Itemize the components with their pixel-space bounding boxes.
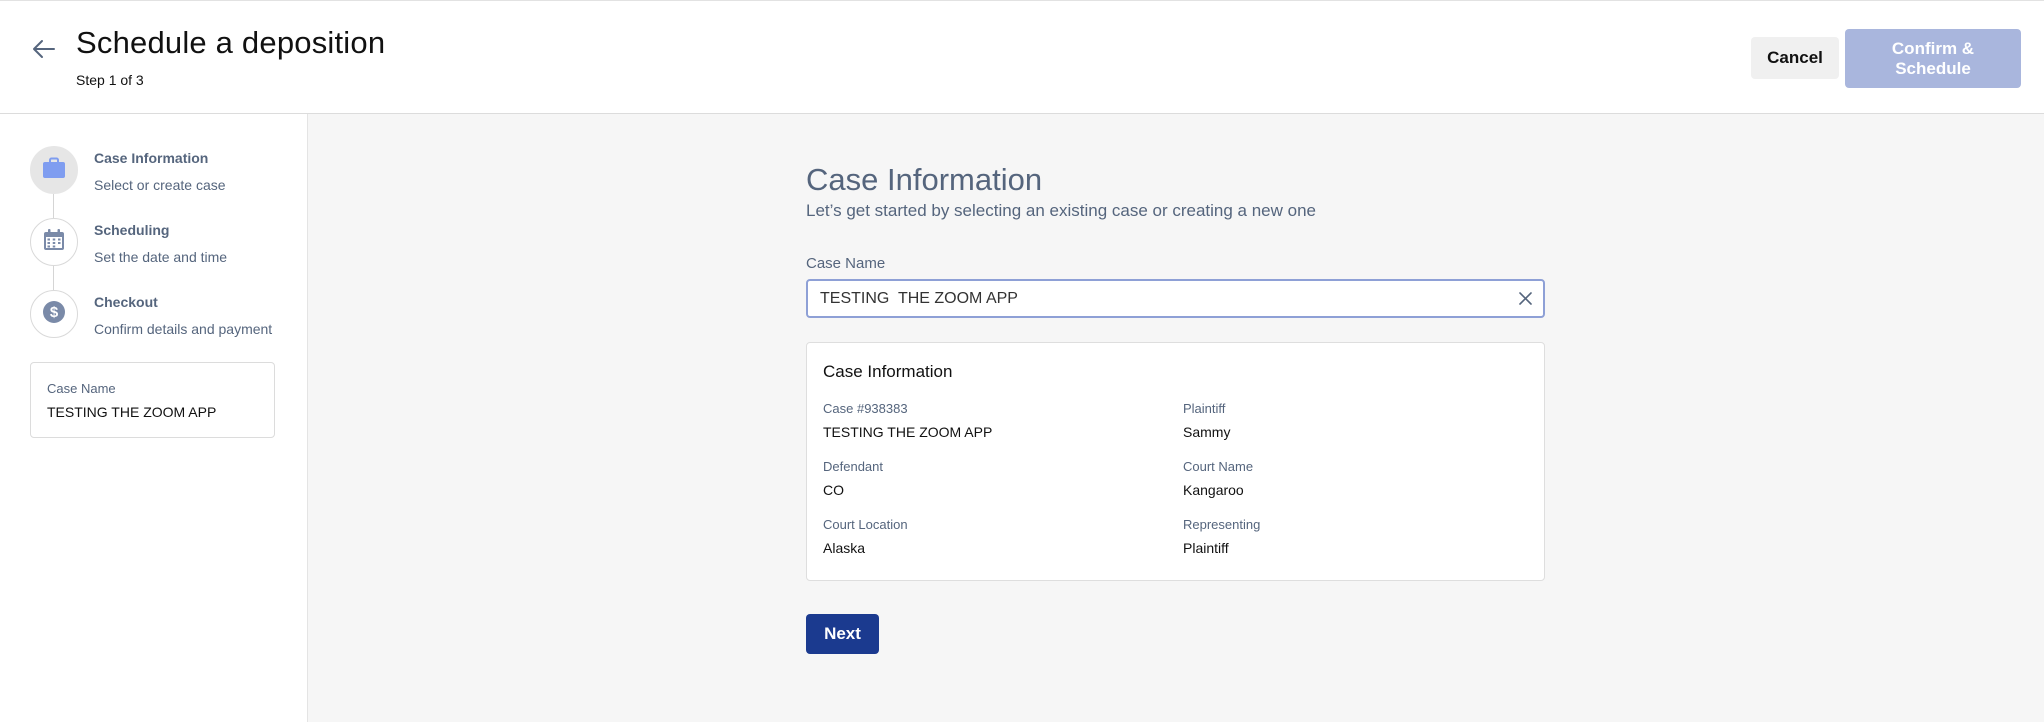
case-card-value: TESTING THE ZOOM APP — [47, 404, 217, 420]
defendant-value: CO — [823, 482, 844, 498]
panel-title: Case Information — [823, 362, 953, 381]
plaintiff-value: Sammy — [1183, 424, 1231, 440]
step-title: Case Information — [94, 150, 209, 166]
header: Schedule a deposition Step 1 of 3 Cancel… — [0, 0, 2044, 114]
step-connector — [53, 264, 54, 290]
section-title: Case Information — [806, 162, 1043, 197]
page-title: Schedule a deposition — [76, 25, 386, 60]
step-circle: $ — [30, 290, 78, 338]
case-number-label: Case #938383 — [823, 401, 908, 416]
step-subtitle: Set the date and time — [94, 249, 228, 265]
calendar-icon — [43, 228, 65, 256]
step-indicator: Step 1 of 3 — [76, 72, 144, 88]
step-circle — [30, 218, 78, 266]
court-location-label: Court Location — [823, 517, 908, 532]
representing-value: Plaintiff — [1183, 540, 1229, 556]
representing-label: Representing — [1183, 517, 1261, 532]
case-number-value: TESTING THE ZOOM APP — [823, 424, 993, 440]
step-connector — [53, 192, 54, 218]
step-subtitle: Confirm details and payment — [94, 321, 273, 337]
defendant-label: Defendant — [823, 459, 883, 474]
confirm-schedule-button[interactable]: Confirm & Schedule — [1845, 29, 2021, 88]
court-location-value: Alaska — [823, 540, 866, 556]
court-name-value: Kangaroo — [1183, 482, 1244, 498]
case-information-panel: Case Information Case #938383 TESTING TH… — [806, 342, 1545, 581]
clear-icon[interactable] — [1516, 289, 1535, 308]
step-title: Checkout — [94, 294, 158, 310]
case-card-label: Case Name — [47, 381, 116, 396]
step-circle — [30, 146, 78, 194]
case-name-field — [806, 279, 1545, 318]
case-name-label: Case Name — [806, 255, 886, 272]
next-button[interactable]: Next — [806, 614, 879, 654]
cancel-button[interactable]: Cancel — [1751, 37, 1839, 79]
briefcase-icon — [42, 157, 66, 184]
step-title: Scheduling — [94, 222, 170, 238]
sidebar: Case Information Select or create case S… — [0, 114, 308, 722]
selected-case-card: Case Name TESTING THE ZOOM APP — [30, 362, 275, 438]
back-arrow-icon[interactable] — [30, 35, 58, 63]
court-name-label: Court Name — [1183, 459, 1254, 474]
section-subtitle: Let’s get started by selecting an existi… — [806, 201, 1316, 220]
svg-text:$: $ — [50, 304, 59, 321]
plaintiff-label: Plaintiff — [1183, 401, 1226, 416]
case-name-input[interactable] — [808, 281, 1498, 316]
dollar-icon: $ — [42, 300, 66, 329]
main-content: Case Information Let’s get started by se… — [308, 114, 2044, 722]
step-subtitle: Select or create case — [94, 177, 226, 193]
